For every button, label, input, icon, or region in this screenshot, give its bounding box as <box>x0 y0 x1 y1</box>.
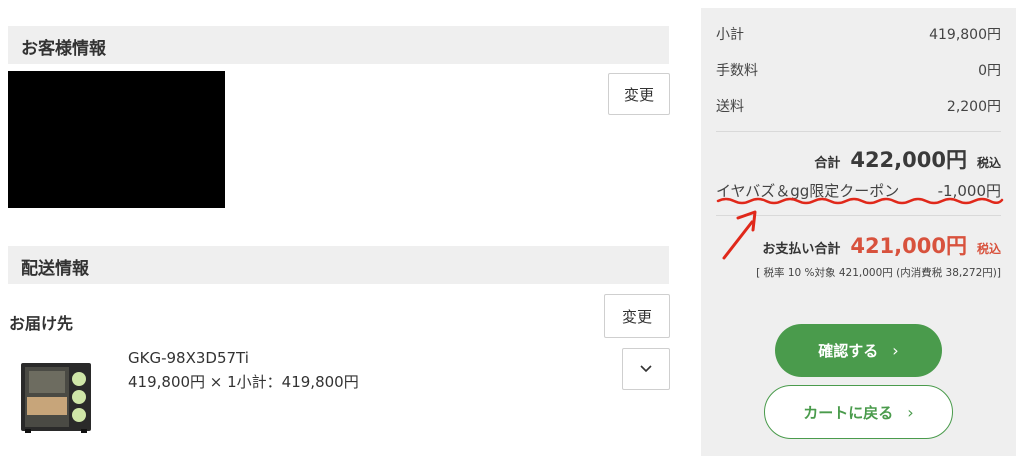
tax-breakdown-note: [ 税率 10 %対象 421,000円 (内消費税 38,272円)] <box>756 267 1001 279</box>
product-image <box>21 363 91 433</box>
payment-total-value: 421,000円 <box>850 234 967 258</box>
fee-label: 手数料 <box>716 63 758 79</box>
divider <box>716 131 1001 132</box>
back-to-cart-button[interactable]: カートに戻る › <box>764 385 953 439</box>
chevron-down-icon <box>640 365 652 373</box>
shipping-fee-value: 2,200円 <box>946 99 1001 115</box>
redacted-customer-details <box>8 71 225 208</box>
chevron-right-icon: › <box>907 402 914 422</box>
shipping-info-title: 配送情報 <box>21 259 89 279</box>
order-summary-panel: 小計 419,800円 手数料 0円 送料 2,200円 合計 422,000円… <box>701 8 1016 456</box>
total-tax-label: 税込 <box>976 156 1001 170</box>
payment-total-row: お支払い合計 421,000円 税込 <box>762 230 1001 260</box>
shipping-fee-label: 送料 <box>716 99 744 115</box>
back-to-cart-label: カートに戻る <box>803 403 894 422</box>
change-customer-button[interactable]: 変更 <box>608 73 670 115</box>
product-price-line: 419,800円 × 1小計：419,800円 <box>128 373 359 391</box>
total-label: 合計 <box>814 156 841 171</box>
fee-value: 0円 <box>978 63 1001 79</box>
customer-info-header: お客様情報 <box>8 26 669 64</box>
total-value: 422,000円 <box>850 148 967 172</box>
chevron-right-icon: › <box>892 341 899 360</box>
payment-tax-label: 税込 <box>976 242 1001 256</box>
product-name: GKG-98X3D57Ti <box>128 349 249 367</box>
coupon-label: イヤバズ＆gg限定クーポン <box>716 182 900 200</box>
subtotal-label: 小計 <box>716 27 744 43</box>
total-row: 合計 422,000円 税込 <box>814 144 1001 174</box>
confirm-button-label: 確認する <box>818 342 879 360</box>
payment-total-label: お支払い合計 <box>762 242 841 257</box>
shipping-info-header: 配送情報 <box>8 246 669 284</box>
coupon-value: -1,000円 <box>937 182 1001 200</box>
expand-product-button[interactable] <box>622 348 670 390</box>
divider <box>716 215 1001 216</box>
destination-label: お届け先 <box>9 314 74 333</box>
confirm-button[interactable]: 確認する › <box>775 324 942 377</box>
customer-info-title: お客様情報 <box>21 39 106 59</box>
subtotal-value: 419,800円 <box>929 27 1001 43</box>
change-shipping-button[interactable]: 変更 <box>604 294 670 338</box>
